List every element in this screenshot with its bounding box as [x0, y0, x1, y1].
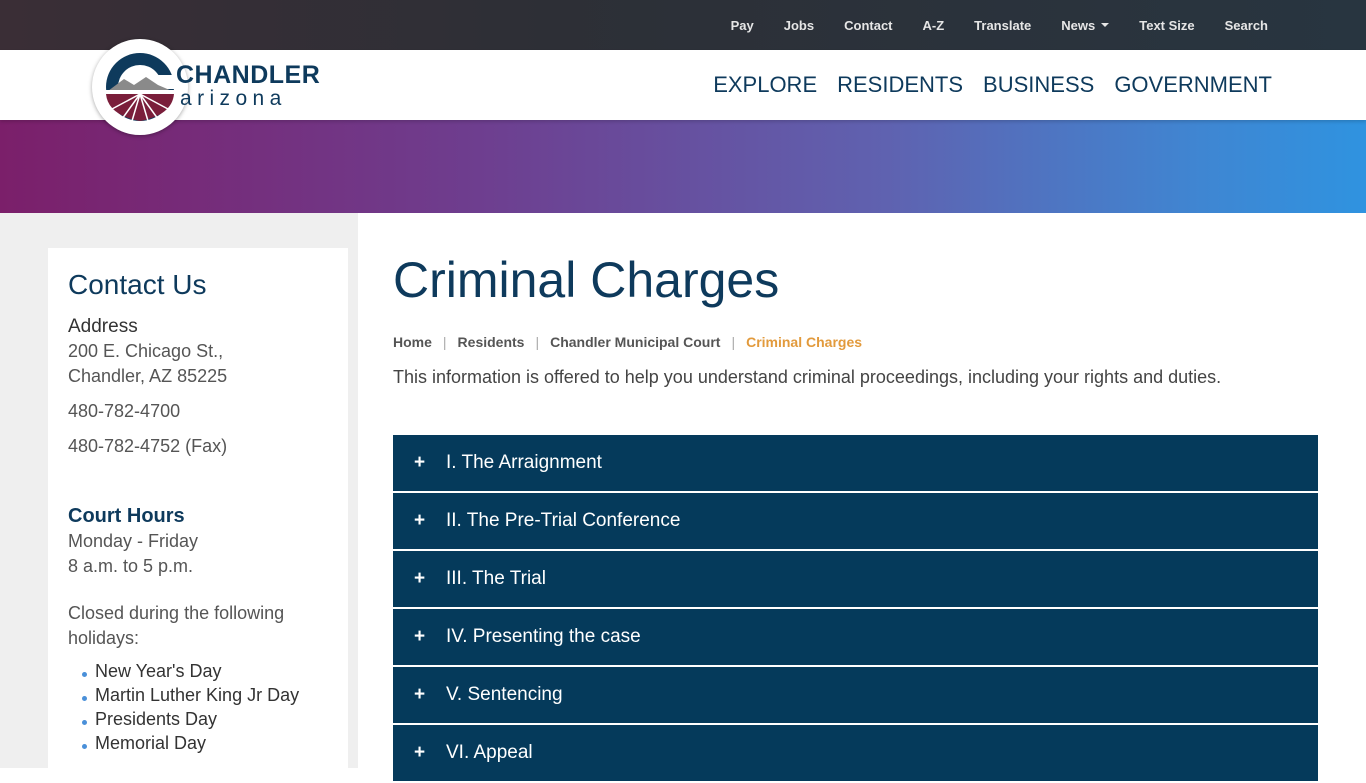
nav-explore[interactable]: EXPLORE — [713, 72, 817, 98]
plus-icon: + — [413, 568, 426, 589]
utility-link-pay[interactable]: Pay — [731, 18, 754, 33]
accordion-item-pre-trial-conference[interactable]: + II. The Pre-Trial Conference — [393, 493, 1318, 549]
nav-residents[interactable]: RESIDENTS — [837, 72, 963, 98]
accordion-label: II. The Pre-Trial Conference — [446, 510, 681, 531]
brand-wordmark[interactable]: CHANDLER arizona — [176, 62, 320, 110]
accordion-item-appeal[interactable]: + VI. Appeal — [393, 725, 1318, 781]
nav-government[interactable]: GOVERNMENT — [1114, 72, 1272, 98]
plus-icon: + — [413, 626, 426, 647]
main-content: Criminal Charges Home | Residents | Chan… — [393, 250, 1318, 390]
breadcrumb-current: Criminal Charges — [746, 334, 863, 350]
holiday-item: Memorial Day — [82, 731, 328, 755]
breadcrumb: Home | Residents | Chandler Municipal Co… — [393, 334, 1318, 350]
breadcrumb-residents[interactable]: Residents — [458, 334, 525, 350]
holiday-item: New Year's Day — [82, 659, 328, 683]
accordion-item-arraignment[interactable]: + I. The Arraignment — [393, 435, 1318, 491]
city-logo[interactable] — [92, 39, 188, 135]
contact-card: Contact Us Address 200 E. Chicago St., C… — [48, 248, 348, 768]
intro-text: This information is offered to help you … — [393, 367, 1222, 387]
contact-title: Contact Us — [68, 269, 207, 300]
utility-link-search[interactable]: Search — [1225, 18, 1268, 33]
breadcrumb-separator: | — [535, 334, 540, 350]
main-nav: EXPLORE RESIDENTS BUSINESS GOVERNMENT — [693, 50, 1272, 120]
holidays-intro: Closed during the following holidays: — [68, 603, 285, 648]
breadcrumb-home[interactable]: Home — [393, 334, 432, 350]
utility-link-text-size[interactable]: Text Size — [1139, 18, 1194, 33]
address-line-1: 200 E. Chicago St., — [68, 341, 224, 361]
phone-number[interactable]: 480-782-4700 — [68, 399, 328, 424]
hours-time: 8 a.m. to 5 p.m. — [68, 556, 194, 576]
accordion-label: IV. Presenting the case — [446, 626, 641, 647]
city-seal-icon — [106, 53, 176, 122]
breadcrumb-separator: | — [442, 334, 447, 350]
utility-link-news[interactable]: News — [1061, 18, 1110, 33]
page-title: Criminal Charges — [393, 252, 780, 308]
accordion-label: V. Sentencing — [446, 684, 563, 705]
hours-days: Monday - Friday — [68, 531, 199, 551]
hero-banner — [0, 120, 1366, 213]
utility-link-contact[interactable]: Contact — [844, 18, 892, 33]
fax-number: 480-782-4752 (Fax) — [68, 436, 228, 456]
accordion-item-sentencing[interactable]: + V. Sentencing — [393, 667, 1318, 723]
accordion-item-trial[interactable]: + III. The Trial — [393, 551, 1318, 607]
accordion-label: I. The Arraignment — [446, 452, 602, 473]
accordion-label: VI. Appeal — [446, 742, 533, 763]
breadcrumb-municipal-court[interactable]: Chandler Municipal Court — [550, 334, 720, 350]
plus-icon: + — [413, 510, 426, 531]
utility-link-a-z[interactable]: A-Z — [923, 18, 945, 33]
plus-icon: + — [413, 684, 426, 705]
brand-name: CHANDLER — [176, 61, 321, 89]
utility-link-translate[interactable]: Translate — [974, 18, 1031, 33]
accordion-item-presenting-case[interactable]: + IV. Presenting the case — [393, 609, 1318, 665]
brand-subtitle: arizona — [180, 87, 287, 110]
accordion: + I. The Arraignment + II. The Pre-Trial… — [393, 435, 1318, 783]
utility-link-jobs[interactable]: Jobs — [784, 18, 814, 33]
caret-down-icon — [1101, 23, 1110, 27]
plus-icon: + — [413, 452, 426, 473]
accordion-label: III. The Trial — [446, 568, 546, 589]
utility-nav: Pay Jobs Contact A-Z Translate News Text… — [701, 0, 1268, 50]
nav-business[interactable]: BUSINESS — [983, 72, 1094, 98]
address-label: Address — [68, 316, 138, 337]
holiday-item: Presidents Day — [82, 707, 328, 731]
holiday-item: Martin Luther King Jr Day — [82, 683, 328, 707]
utility-bar: Pay Jobs Contact A-Z Translate News Text… — [0, 0, 1366, 50]
court-hours-title: Court Hours — [68, 505, 185, 527]
breadcrumb-separator: | — [731, 334, 736, 350]
address-line-2: Chandler, AZ 85225 — [68, 366, 228, 386]
holiday-list: New Year's Day Martin Luther King Jr Day… — [82, 659, 328, 755]
plus-icon: + — [413, 742, 426, 763]
